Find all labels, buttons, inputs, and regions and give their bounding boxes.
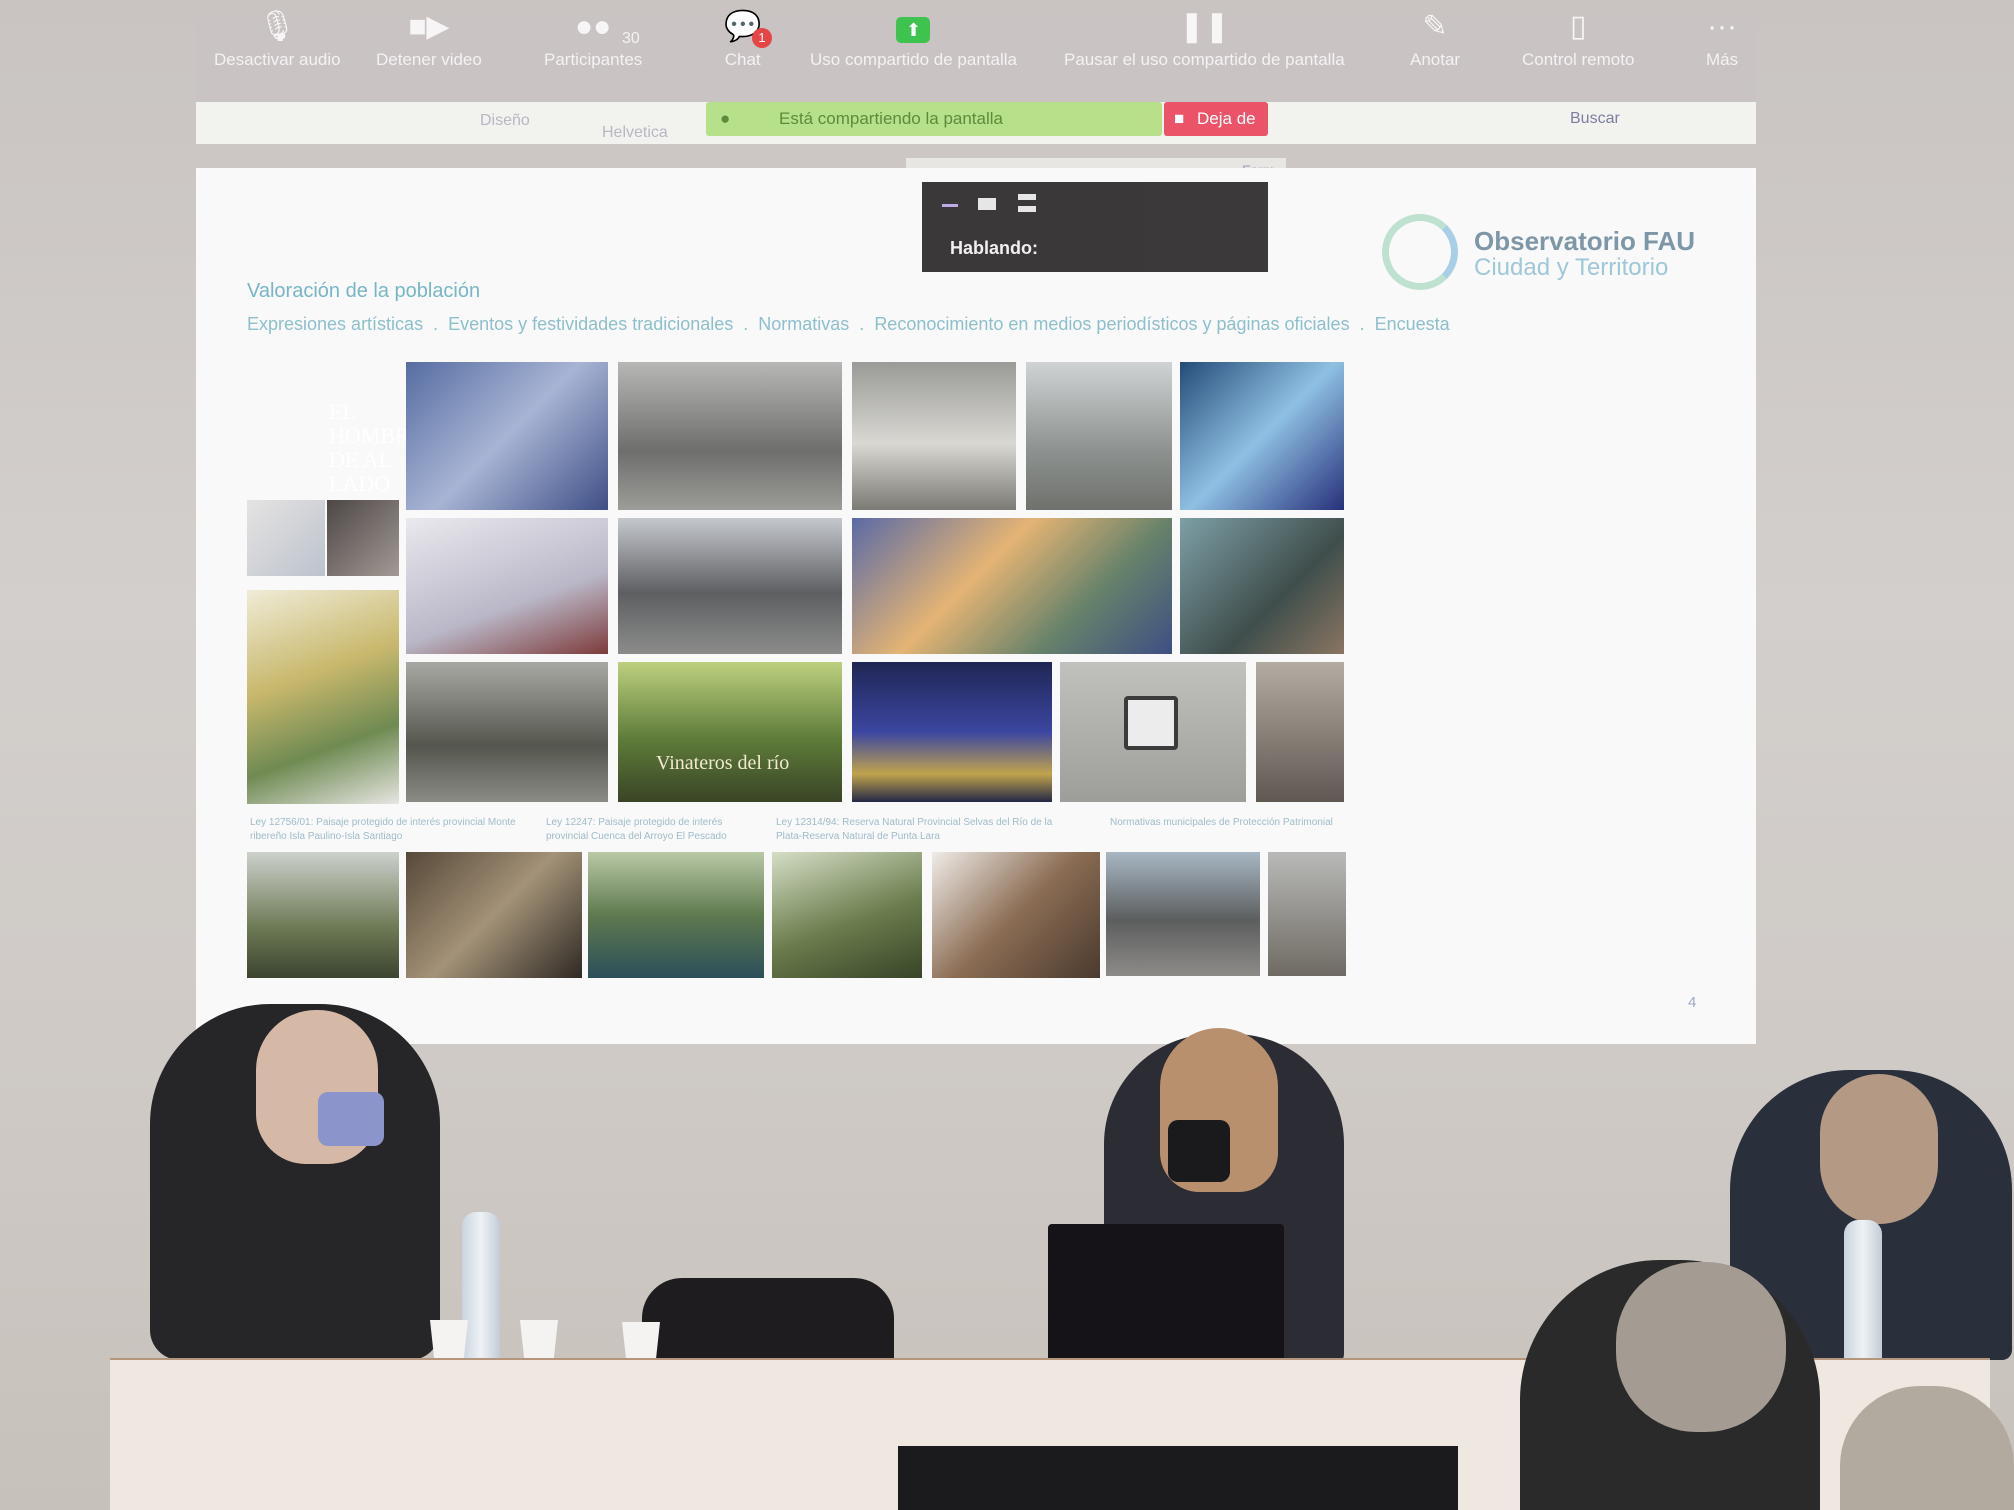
black-mask <box>1168 1120 1230 1182</box>
sharing-icon: ● <box>720 109 731 128</box>
reeds-photo <box>247 852 399 978</box>
logo-subtitle: Ciudad y Territorio <box>1474 254 1669 281</box>
caption-municipal: Normativas municipales de Protección Pat… <box>1110 817 1333 828</box>
prohibition-sign-photo <box>1060 662 1246 802</box>
festival-night-photo <box>852 662 1052 802</box>
mural-photo <box>852 518 1172 654</box>
garden-statue-photo <box>247 590 399 804</box>
design-menu[interactable]: Diseño <box>480 112 530 130</box>
speaking-panel: Hablando: <box>922 182 1268 272</box>
wooden-house-photo <box>618 362 842 510</box>
caption-law-12756: Ley 12756/01: Paisaje protegido de inter… <box>250 817 516 842</box>
pause-icon: ❚❚ <box>1179 10 1230 43</box>
more-icon: ··· <box>1707 10 1738 43</box>
remote-control-button[interactable]: ▯ Control remoto <box>1522 10 1634 70</box>
projector-stand <box>898 1446 1458 1510</box>
mute-audio-button[interactable]: 🎙 Desactivar audio <box>214 10 341 70</box>
logo-title: Observatorio FAU <box>1474 226 1696 256</box>
microphone-icon: 🎙 <box>258 10 297 43</box>
speaking-label: Hablando: <box>950 238 1038 258</box>
audience-head <box>1616 1262 1786 1432</box>
fallen-tree-photo <box>772 852 922 978</box>
plastic-cup <box>520 1320 558 1362</box>
no-dancing-sign-icon <box>1124 696 1178 750</box>
chat-badge: 1 <box>752 28 772 48</box>
river-landscape-photo <box>1026 362 1172 510</box>
group-forest-photo <box>406 662 608 802</box>
film-poster-photo: EL HOMBRE DE AL LADO <box>247 360 424 500</box>
chair <box>642 1278 894 1362</box>
layout-option-icon[interactable] <box>942 194 958 207</box>
stop-icon: ■ <box>1174 109 1185 128</box>
capybara-photo <box>932 852 1100 978</box>
slide-subtitle: Expresiones artísticas . Eventos y festi… <box>247 314 1450 334</box>
portrait-photo <box>327 500 399 576</box>
turtle-photo <box>406 852 582 978</box>
corner-building-photo <box>1268 852 1346 976</box>
beach-people-photo <box>852 362 1016 510</box>
caption-law-12314: Ley 12314/94: Reserva Natural Provincial… <box>776 817 1053 842</box>
search-field[interactable]: Buscar <box>1570 110 1620 128</box>
more-button[interactable]: ··· Más <box>1706 10 1738 70</box>
room-interior-photo <box>1180 518 1344 654</box>
caption-law-12247: Ley 12247: Paisaje protegido de interés … <box>546 817 727 842</box>
interior-door-photo <box>1256 662 1344 802</box>
poster-detail-photo <box>247 500 325 576</box>
stop-video-button[interactable]: ■▶ Detener video <box>376 10 482 70</box>
water-bottle <box>1844 1220 1882 1370</box>
slide-page-number: 4 <box>1688 994 1697 1011</box>
film-title: Vinateros del río <box>656 752 790 774</box>
film-still-photo: Vinateros del río <box>618 662 842 802</box>
poster-title: EL HOMBRE DE AL LADO <box>329 399 424 496</box>
share-screen-icon: ⬆ <box>896 17 931 43</box>
sharing-status-bar: ● Está compartiendo la pantalla <box>706 102 1162 136</box>
slide-title: Valoración de la población <box>247 280 481 302</box>
plastic-cup <box>430 1320 468 1362</box>
man-right-face <box>1820 1074 1938 1224</box>
blue-painting-photo <box>1180 362 1344 510</box>
blue-drawing-photo <box>406 362 608 510</box>
font-selector[interactable]: Helvetica <box>602 124 668 142</box>
participants-count: 30 <box>622 30 640 47</box>
layout-option-icon[interactable] <box>1018 194 1036 212</box>
stream-photo <box>588 852 764 978</box>
pause-share-button[interactable]: ❚❚ Pausar el uso compartido de pantalla <box>1064 10 1345 70</box>
water-bottle <box>462 1212 500 1362</box>
camera-icon: ■▶ <box>408 10 450 43</box>
annotate-button[interactable]: ✎ Anotar <box>1410 10 1460 70</box>
share-screen-button[interactable]: ⬆ Uso compartido de pantalla <box>810 10 1017 70</box>
boy-boat-photo <box>618 518 842 654</box>
pencil-icon: ✎ <box>1422 10 1448 43</box>
mouse-icon: ▯ <box>1569 10 1587 43</box>
stop-sharing-button[interactable]: ■ Deja de <box>1164 102 1268 136</box>
painting-collage-photo <box>406 518 608 654</box>
observatorio-logo <box>1382 214 1458 290</box>
layout-option-icon[interactable] <box>978 198 996 210</box>
old-building-photo <box>1106 852 1260 976</box>
face-mask <box>318 1092 384 1146</box>
